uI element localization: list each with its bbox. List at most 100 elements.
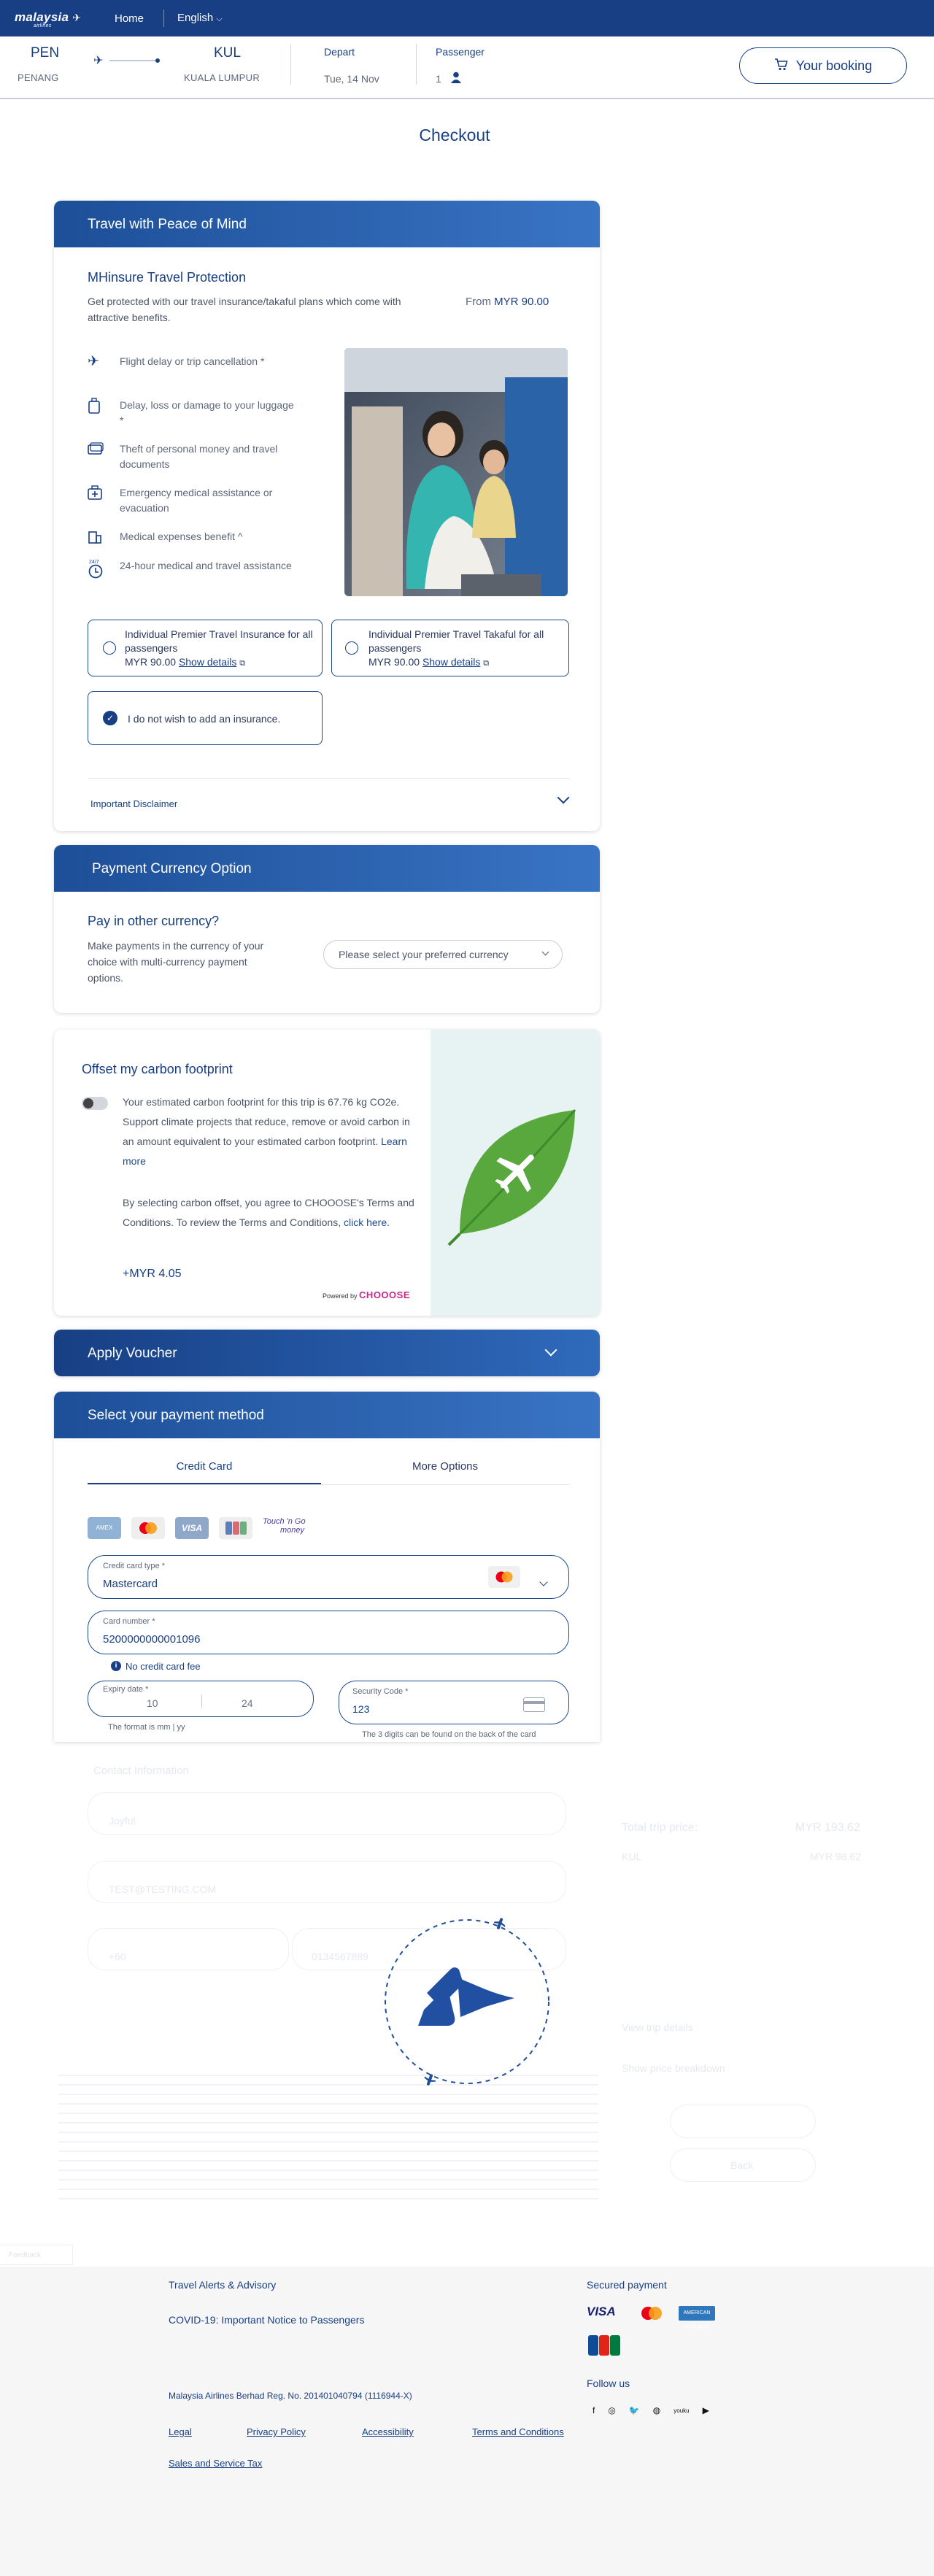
radio-button[interactable] (103, 641, 116, 655)
external-link-icon: ⧉ (483, 659, 490, 668)
carbon-price: +MYR 4.05 (123, 1268, 182, 1280)
accessibility-link[interactable]: Accessibility (362, 2426, 414, 2437)
field-label: Card number * (103, 1617, 155, 1626)
divider (88, 778, 569, 779)
feature-item: Delay, loss or damage to your luggage * (88, 398, 299, 428)
radio-button[interactable] (345, 641, 358, 655)
visa-logo: VISA (587, 2305, 616, 2318)
card-number-input[interactable]: Card number * 5200000000001096 (88, 1611, 569, 1654)
top-navigation: malaysia ✈ airlines Home English ⌵ (0, 0, 934, 36)
carbon-offset-card: Offset my carbon footprint Your estimate… (54, 1030, 600, 1316)
field-label: Credit card type * (103, 1562, 165, 1570)
nav-divider (163, 9, 164, 27)
no-insurance-option[interactable]: ✓ I do not wish to add an insurance. (88, 691, 323, 745)
total-value: MYR 193.62 (795, 1821, 860, 1834)
card-back-icon (523, 1697, 545, 1712)
nav-home-link[interactable]: Home (115, 12, 144, 25)
svg-text:✈: ✈ (93, 55, 103, 66)
privacy-policy-link[interactable]: Privacy Policy (247, 2426, 306, 2437)
insurance-price: From MYR 90.00 (466, 296, 549, 308)
info-icon: i (111, 1661, 121, 1671)
chevron-down-icon (541, 948, 549, 956)
apply-voucher-bar[interactable]: Apply Voucher (54, 1330, 600, 1376)
security-hint: The 3 digits can be found on the back of… (362, 1730, 536, 1739)
touch-n-go-logo: Touch 'n Go money (263, 1517, 306, 1535)
route: KUL (622, 1851, 642, 1862)
security-code-input[interactable]: Security Code * 123 (339, 1681, 569, 1724)
field-label: Security Code * (352, 1687, 409, 1696)
instagram-icon[interactable]: ◎ (608, 2405, 615, 2415)
facebook-icon[interactable]: f (593, 2405, 595, 2415)
email-field: TEST@TESTING.COM (88, 1861, 566, 1903)
important-disclaimer[interactable]: Important Disclaimer (90, 798, 177, 809)
option-title: Individual Premier Travel Takaful for al… (368, 628, 544, 654)
sales-service-tax-link[interactable]: Sales and Service Tax (169, 2458, 262, 2469)
back-button: Back (670, 2148, 816, 2182)
mastercard-logo (131, 1517, 165, 1539)
flight-path-icon: ✈ (93, 55, 162, 67)
leaf-panel (431, 1030, 600, 1316)
clock-24-icon: 24/7 (88, 558, 107, 583)
travel-alerts-link[interactable]: Travel Alerts & Advisory (169, 2279, 276, 2291)
option-title: Individual Premier Travel Insurance for … (125, 628, 313, 654)
weibo-icon[interactable]: ◍ (653, 2405, 660, 2415)
insurance-option[interactable]: Individual Premier Travel Insurance for … (88, 620, 323, 676)
chevron-down-icon: ⌵ (216, 15, 223, 23)
passenger-label: Passenger (436, 46, 485, 58)
your-booking-button[interactable]: Your booking (739, 47, 907, 84)
show-details-link[interactable]: Show details (179, 656, 236, 668)
divider (290, 44, 291, 85)
language-selector[interactable]: English ⌵ (177, 12, 223, 24)
malaysia-airlines-logo[interactable]: malaysia ✈ airlines (15, 10, 81, 28)
feature-item: Medical expenses benefit ^ (88, 529, 299, 548)
field-value: 123 (352, 1703, 370, 1715)
twitter-icon[interactable]: 🐦 (629, 2405, 640, 2415)
depart-label: Depart (324, 46, 355, 58)
carbon-text: Your estimated carbon footprint for this… (123, 1096, 410, 1167)
destination-city: KUALA LUMPUR (184, 72, 260, 83)
company-registration: Malaysia Airlines Berhad Reg. No. 201401… (169, 2391, 412, 2401)
view-details: View trip details (622, 2021, 693, 2033)
loading-spinner (376, 1910, 558, 2093)
medical-bag-icon (88, 485, 107, 516)
check-icon: ✓ (103, 711, 117, 725)
tab-more-options[interactable]: More Options (321, 1460, 569, 1473)
expiry-month: 10 (147, 1697, 158, 1709)
currency-select[interactable]: Please select your preferred currency (323, 940, 563, 969)
carbon-offset-toggle[interactable] (82, 1097, 108, 1110)
origin-code: PEN (31, 45, 60, 61)
social-icons: f ◎ 🐦 ◍ youku ▶ (593, 2405, 709, 2415)
contact-heading: Contact Information (93, 1765, 189, 1777)
mastercard-icon (488, 1566, 520, 1588)
show-details-link[interactable]: Show details (422, 656, 480, 668)
mastercard-logo (635, 2303, 668, 2327)
chevron-down-icon[interactable] (557, 791, 570, 804)
insurance-card: Travel with Peace of Mind MHinsure Trave… (54, 201, 600, 831)
footer: Travel Alerts & Advisory COVID-19: Impor… (0, 2267, 934, 2576)
amex-logo: AMEX (88, 1517, 121, 1539)
click-here-link[interactable]: click here. (344, 1216, 390, 1228)
field-value: Mastercard (103, 1578, 158, 1590)
insurance-description: Get protected with our travel insurance/… (88, 296, 401, 323)
covid-notice-link[interactable]: COVID-19: Important Notice to Passengers (169, 2314, 364, 2326)
tab-credit-card[interactable]: Credit Card (88, 1460, 321, 1473)
field-value: 5200000000001096 (103, 1633, 201, 1646)
jcb-logo (219, 1517, 252, 1539)
card-type-select[interactable]: Credit card type * Mastercard (88, 1555, 569, 1599)
passenger-count: 1 (436, 73, 441, 85)
expiry-date-input[interactable]: Expiry date * 10 24 (88, 1681, 314, 1717)
country-code-field: +60 (88, 1928, 289, 1970)
takaful-option[interactable]: Individual Premier Travel Takaful for al… (331, 620, 569, 676)
visa-logo: VISA (175, 1517, 209, 1539)
no-fee-note: No credit card fee (126, 1661, 201, 1672)
page-title: Checkout (419, 126, 490, 144)
payment-header: Select your payment method (54, 1392, 600, 1438)
insurance-header: Travel with Peace of Mind (54, 201, 600, 247)
youtube-icon[interactable]: ▶ (703, 2405, 709, 2415)
terms-link[interactable]: Terms and Conditions (472, 2426, 564, 2437)
total-label: Total trip price: (622, 1821, 698, 1834)
legal-link[interactable]: Legal (169, 2426, 192, 2437)
youku-icon[interactable]: youku (674, 2407, 689, 2414)
expiry-hint: The format is mm | yy (108, 1723, 185, 1732)
powered-by: Powered by CHOOOSE (323, 1289, 411, 1300)
